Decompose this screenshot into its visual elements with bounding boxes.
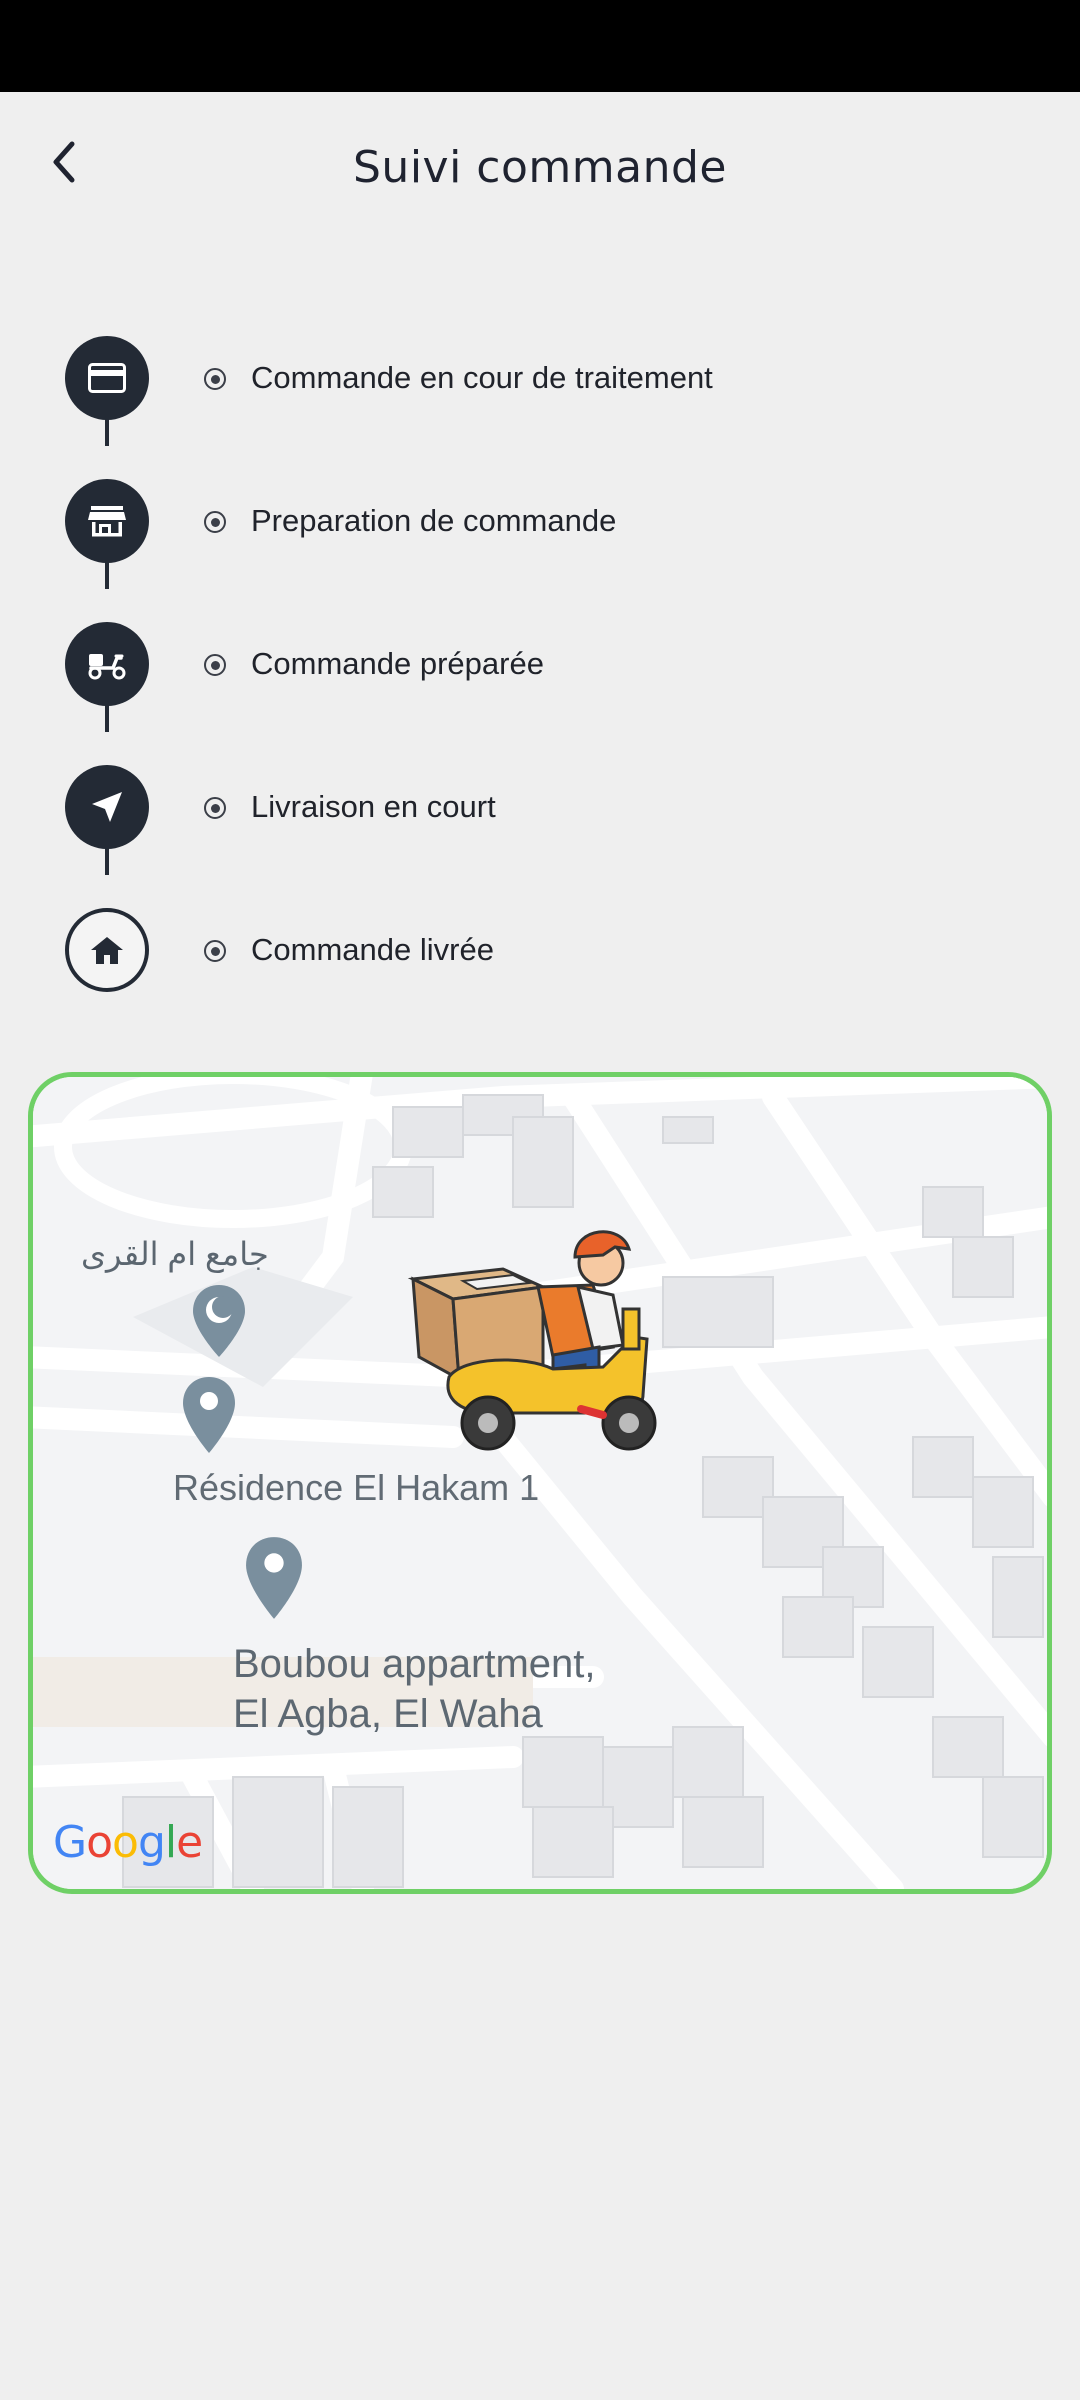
app-bar: Suivi commande xyxy=(0,92,1080,246)
step-delivering: Livraison en court xyxy=(0,765,1080,851)
mosque-pin-icon[interactable] xyxy=(191,1283,247,1359)
step-processing: Commande en cour de traitement xyxy=(0,336,1080,422)
map-label-mosque: جامع ام القرى xyxy=(81,1236,269,1272)
step-label: Commande en cour de traitement xyxy=(251,360,713,395)
step-circle xyxy=(65,765,149,849)
order-tracking-steps: Commande en cour de traitement Preparati… xyxy=(0,300,1080,1020)
step-circle xyxy=(65,622,149,706)
status-bar xyxy=(0,0,1080,92)
step-label: Preparation de commande xyxy=(251,503,617,538)
delivery-map[interactable]: جامع ام القرى Résidence El Hakam 1 Boubo… xyxy=(28,1072,1052,1894)
step-circle xyxy=(65,479,149,563)
map-label-boubou: Boubou appartment, El Agba, El Waha xyxy=(233,1642,596,1736)
step-delivered: Commande livrée xyxy=(0,908,1080,994)
step-radio[interactable] xyxy=(204,368,226,390)
map-label-residence: Résidence El Hakam 1 xyxy=(173,1467,540,1508)
credit-card-icon xyxy=(88,363,126,393)
step-radio[interactable] xyxy=(204,940,226,962)
step-preparation: Preparation de commande xyxy=(0,479,1080,565)
home-icon xyxy=(91,937,123,964)
step-radio[interactable] xyxy=(204,654,226,676)
map-pin-icon[interactable] xyxy=(181,1375,237,1455)
google-attribution: Google xyxy=(53,1817,203,1868)
scooter-icon xyxy=(88,654,126,680)
step-label: Commande préparée xyxy=(251,646,544,681)
map-pin-icon[interactable] xyxy=(243,1535,305,1621)
step-label: Livraison en court xyxy=(251,789,496,824)
step-prepared: Commande préparée xyxy=(0,622,1080,708)
step-radio[interactable] xyxy=(204,511,226,533)
step-radio[interactable] xyxy=(204,797,226,819)
store-icon xyxy=(88,506,126,537)
navigation-arrow-icon xyxy=(92,792,122,822)
step-circle xyxy=(65,908,149,992)
step-label: Commande livrée xyxy=(251,932,494,967)
step-circle xyxy=(65,336,149,420)
page-title: Suivi commande xyxy=(353,142,727,193)
delivery-rider-marker[interactable] xyxy=(403,1217,683,1457)
